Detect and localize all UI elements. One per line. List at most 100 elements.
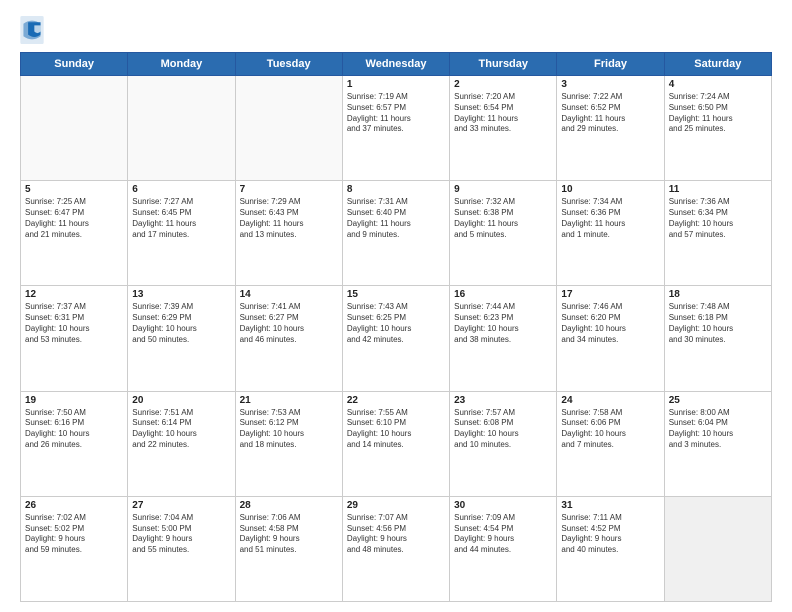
day-number: 3 bbox=[561, 79, 659, 90]
day-number: 7 bbox=[240, 184, 338, 195]
header bbox=[20, 16, 772, 44]
weekday-header-wednesday: Wednesday bbox=[342, 53, 449, 76]
calendar-cell: 1 Sunrise: 7:19 AM Sunset: 6:57 PM Daylig… bbox=[342, 76, 449, 181]
day-info: Sunrise: 7:11 AM Sunset: 4:52 PM Dayligh… bbox=[561, 513, 659, 556]
day-number: 13 bbox=[132, 289, 230, 300]
day-number: 30 bbox=[454, 500, 552, 511]
weekday-header-monday: Monday bbox=[128, 53, 235, 76]
day-info: Sunrise: 7:53 AM Sunset: 6:12 PM Dayligh… bbox=[240, 408, 338, 451]
day-number: 2 bbox=[454, 79, 552, 90]
calendar-cell: 7 Sunrise: 7:29 AM Sunset: 6:43 PM Daylig… bbox=[235, 181, 342, 286]
day-info: Sunrise: 7:04 AM Sunset: 5:00 PM Dayligh… bbox=[132, 513, 230, 556]
calendar-cell: 8Sunrise: 7:31 AM Sunset: 6:40 PM Daylig… bbox=[342, 181, 449, 286]
weekday-header-friday: Friday bbox=[557, 53, 664, 76]
calendar-cell: 3Sunrise: 7:22 AM Sunset: 6:52 PM Daylig… bbox=[557, 76, 664, 181]
day-number: 4 bbox=[669, 79, 767, 90]
calendar-cell: 16 Sunrise: 7:44 AM Sunset: 6:23 PM Dayli… bbox=[450, 286, 557, 391]
calendar-cell bbox=[128, 76, 235, 181]
calendar-cell: 18Sunrise: 7:48 AM Sunset: 6:18 PM Dayli… bbox=[664, 286, 771, 391]
calendar-cell bbox=[664, 496, 771, 601]
day-number: 11 bbox=[669, 184, 767, 195]
calendar-cell: 28Sunrise: 7:06 AM Sunset: 4:58 PM Dayli… bbox=[235, 496, 342, 601]
day-info: Sunrise: 7:29 AM Sunset: 6:43 PM Dayligh… bbox=[240, 197, 338, 240]
calendar-cell: 22Sunrise: 7:55 AM Sunset: 6:10 PM Dayli… bbox=[342, 391, 449, 496]
day-number: 21 bbox=[240, 395, 338, 406]
calendar-cell: 23 Sunrise: 7:57 AM Sunset: 6:08 PM Dayli… bbox=[450, 391, 557, 496]
weekday-header-saturday: Saturday bbox=[664, 53, 771, 76]
day-info: Sunrise: 7:19 AM Sunset: 6:57 PM Dayligh… bbox=[347, 92, 445, 135]
day-info: Sunrise: 7:39 AM Sunset: 6:29 PM Dayligh… bbox=[132, 302, 230, 345]
day-number: 27 bbox=[132, 500, 230, 511]
calendar-table: SundayMondayTuesdayWednesdayThursdayFrid… bbox=[20, 52, 772, 602]
day-info: Sunrise: 7:27 AM Sunset: 6:45 PM Dayligh… bbox=[132, 197, 230, 240]
day-number: 1 bbox=[347, 79, 445, 90]
day-number: 29 bbox=[347, 500, 445, 511]
calendar-cell: 11 Sunrise: 7:36 AM Sunset: 6:34 PM Dayli… bbox=[664, 181, 771, 286]
calendar-cell: 17Sunrise: 7:46 AM Sunset: 6:20 PM Dayli… bbox=[557, 286, 664, 391]
day-info: Sunrise: 7:09 AM Sunset: 4:54 PM Dayligh… bbox=[454, 513, 552, 556]
day-number: 26 bbox=[25, 500, 123, 511]
calendar-cell: 6 Sunrise: 7:27 AM Sunset: 6:45 PM Daylig… bbox=[128, 181, 235, 286]
day-info: Sunrise: 7:36 AM Sunset: 6:34 PM Dayligh… bbox=[669, 197, 767, 240]
calendar-cell: 29 Sunrise: 7:07 AM Sunset: 4:56 PM Dayli… bbox=[342, 496, 449, 601]
day-info: Sunrise: 7:57 AM Sunset: 6:08 PM Dayligh… bbox=[454, 408, 552, 451]
calendar-cell: 26Sunrise: 7:02 AM Sunset: 5:02 PM Dayli… bbox=[21, 496, 128, 601]
day-info: Sunrise: 7:32 AM Sunset: 6:38 PM Dayligh… bbox=[454, 197, 552, 240]
day-number: 17 bbox=[561, 289, 659, 300]
calendar-cell: 10 Sunrise: 7:34 AM Sunset: 6:36 PM Dayli… bbox=[557, 181, 664, 286]
day-info: Sunrise: 8:00 AM Sunset: 6:04 PM Dayligh… bbox=[669, 408, 767, 451]
day-info: Sunrise: 7:51 AM Sunset: 6:14 PM Dayligh… bbox=[132, 408, 230, 451]
day-number: 19 bbox=[25, 395, 123, 406]
day-info: Sunrise: 7:58 AM Sunset: 6:06 PM Dayligh… bbox=[561, 408, 659, 451]
weekday-header-sunday: Sunday bbox=[21, 53, 128, 76]
day-number: 23 bbox=[454, 395, 552, 406]
day-info: Sunrise: 7:50 AM Sunset: 6:16 PM Dayligh… bbox=[25, 408, 123, 451]
calendar-cell: 30 Sunrise: 7:09 AM Sunset: 4:54 PM Dayli… bbox=[450, 496, 557, 601]
day-number: 25 bbox=[669, 395, 767, 406]
calendar-cell: 19 Sunrise: 7:50 AM Sunset: 6:16 PM Dayli… bbox=[21, 391, 128, 496]
day-number: 24 bbox=[561, 395, 659, 406]
day-number: 10 bbox=[561, 184, 659, 195]
week-row-4: 19 Sunrise: 7:50 AM Sunset: 6:16 PM Dayli… bbox=[21, 391, 772, 496]
day-info: Sunrise: 7:48 AM Sunset: 6:18 PM Dayligh… bbox=[669, 302, 767, 345]
day-number: 6 bbox=[132, 184, 230, 195]
weekday-header-thursday: Thursday bbox=[450, 53, 557, 76]
calendar-cell: 5 Sunrise: 7:25 AM Sunset: 6:47 PM Daylig… bbox=[21, 181, 128, 286]
week-row-2: 5 Sunrise: 7:25 AM Sunset: 6:47 PM Daylig… bbox=[21, 181, 772, 286]
calendar-cell bbox=[235, 76, 342, 181]
calendar-cell: 13 Sunrise: 7:39 AM Sunset: 6:29 PM Dayli… bbox=[128, 286, 235, 391]
logo-icon bbox=[20, 16, 44, 44]
day-info: Sunrise: 7:24 AM Sunset: 6:50 PM Dayligh… bbox=[669, 92, 767, 135]
calendar-cell: 31 Sunrise: 7:11 AM Sunset: 4:52 PM Dayli… bbox=[557, 496, 664, 601]
weekday-header-row: SundayMondayTuesdayWednesdayThursdayFrid… bbox=[21, 53, 772, 76]
day-number: 5 bbox=[25, 184, 123, 195]
day-number: 15 bbox=[347, 289, 445, 300]
day-info: Sunrise: 7:25 AM Sunset: 6:47 PM Dayligh… bbox=[25, 197, 123, 240]
calendar-cell: 21 Sunrise: 7:53 AM Sunset: 6:12 PM Dayli… bbox=[235, 391, 342, 496]
calendar-cell: 9Sunrise: 7:32 AM Sunset: 6:38 PM Daylig… bbox=[450, 181, 557, 286]
day-info: Sunrise: 7:07 AM Sunset: 4:56 PM Dayligh… bbox=[347, 513, 445, 556]
day-number: 12 bbox=[25, 289, 123, 300]
day-number: 14 bbox=[240, 289, 338, 300]
day-number: 31 bbox=[561, 500, 659, 511]
day-info: Sunrise: 7:06 AM Sunset: 4:58 PM Dayligh… bbox=[240, 513, 338, 556]
calendar-cell: 25 Sunrise: 8:00 AM Sunset: 6:04 PM Dayli… bbox=[664, 391, 771, 496]
calendar-cell: 27 Sunrise: 7:04 AM Sunset: 5:00 PM Dayli… bbox=[128, 496, 235, 601]
calendar-cell: 2 Sunrise: 7:20 AM Sunset: 6:54 PM Daylig… bbox=[450, 76, 557, 181]
day-number: 22 bbox=[347, 395, 445, 406]
week-row-1: 1 Sunrise: 7:19 AM Sunset: 6:57 PM Daylig… bbox=[21, 76, 772, 181]
calendar-cell: 20Sunrise: 7:51 AM Sunset: 6:14 PM Dayli… bbox=[128, 391, 235, 496]
day-number: 8 bbox=[347, 184, 445, 195]
day-info: Sunrise: 7:37 AM Sunset: 6:31 PM Dayligh… bbox=[25, 302, 123, 345]
page: SundayMondayTuesdayWednesdayThursdayFrid… bbox=[0, 0, 792, 612]
day-info: Sunrise: 7:44 AM Sunset: 6:23 PM Dayligh… bbox=[454, 302, 552, 345]
day-info: Sunrise: 7:41 AM Sunset: 6:27 PM Dayligh… bbox=[240, 302, 338, 345]
logo bbox=[20, 16, 48, 44]
day-info: Sunrise: 7:34 AM Sunset: 6:36 PM Dayligh… bbox=[561, 197, 659, 240]
day-number: 16 bbox=[454, 289, 552, 300]
calendar-cell: 4 Sunrise: 7:24 AM Sunset: 6:50 PM Daylig… bbox=[664, 76, 771, 181]
week-row-5: 26Sunrise: 7:02 AM Sunset: 5:02 PM Dayli… bbox=[21, 496, 772, 601]
calendar-cell: 12 Sunrise: 7:37 AM Sunset: 6:31 PM Dayli… bbox=[21, 286, 128, 391]
calendar-cell bbox=[21, 76, 128, 181]
day-info: Sunrise: 7:20 AM Sunset: 6:54 PM Dayligh… bbox=[454, 92, 552, 135]
